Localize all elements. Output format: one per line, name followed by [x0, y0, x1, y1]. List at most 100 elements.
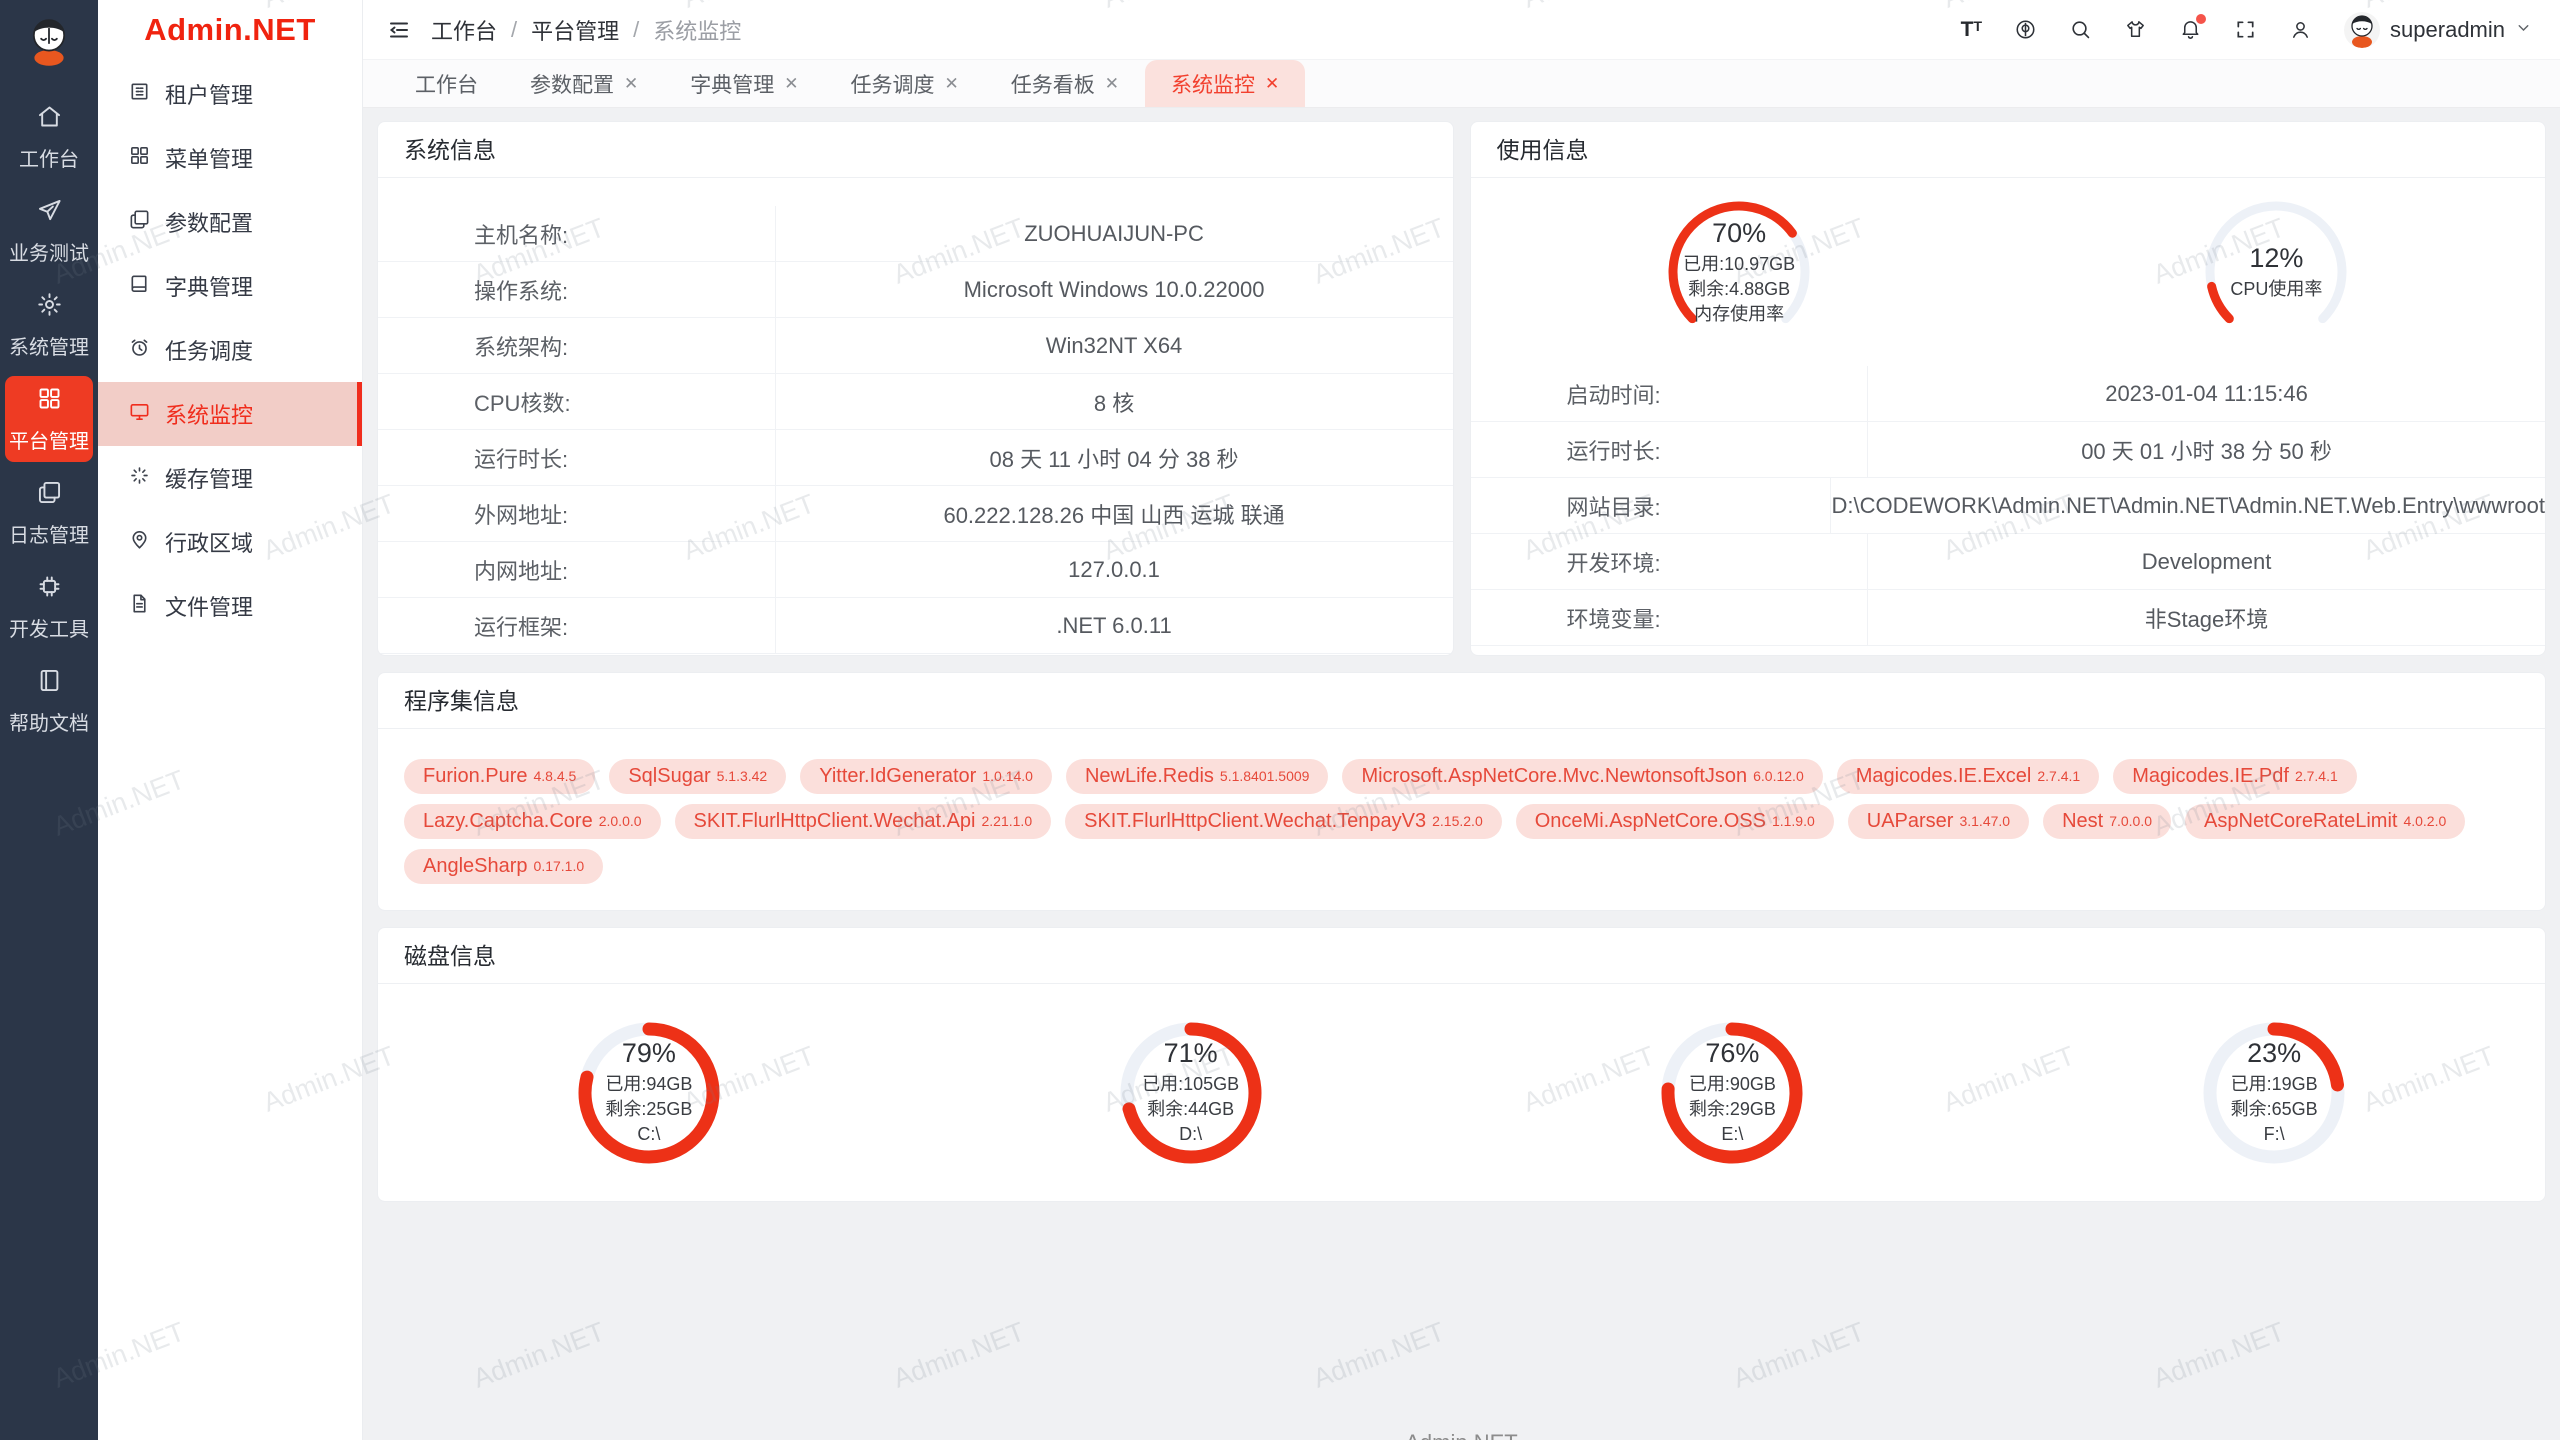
assembly-tag: OnceMi.AspNetCore.OSS1.1.9.0 [1516, 804, 1834, 839]
tab-参数配置[interactable]: 参数配置✕ [504, 60, 664, 107]
language-icon[interactable] [2014, 18, 2037, 41]
tab-系统监控[interactable]: 系统监控 ✕ [1145, 60, 1305, 107]
tab-label: 任务看板 [1011, 69, 1095, 99]
gear-icon [36, 291, 63, 324]
sidebar-item-任务调度[interactable]: 任务调度 [98, 318, 362, 382]
breadcrumb: 工作台/平台管理/系统监控 [431, 14, 741, 46]
tab-close-icon[interactable]: ✕ [945, 75, 959, 92]
send-icon [36, 197, 63, 230]
sidebar-item-系统监控[interactable]: 系统监控 [98, 382, 362, 446]
assembly-tag: SKIT.FlurlHttpClient.Wechat.Api2.21.1.0 [675, 804, 1052, 839]
fullscreen-icon[interactable] [2234, 18, 2257, 41]
user-menu[interactable]: superadmin [2344, 12, 2532, 48]
tag-name: Magicodes.IE.Excel [1856, 765, 2032, 788]
search-icon[interactable] [2069, 18, 2092, 41]
notification-bell-icon[interactable] [2179, 18, 2202, 41]
info-row: 运行时长:00 天 01 小时 38 分 50 秒 [1471, 422, 2546, 478]
system-info-table: 主机名称:ZUOHUAIJUN-PC操作系统:Microsoft Windows… [378, 178, 1453, 654]
topbar-actions: TT [1961, 12, 2532, 48]
rail-item-平台管理[interactable]: 平台管理 [5, 376, 93, 462]
info-label: 主机名称: [378, 206, 776, 261]
collapse-menu-icon[interactable] [387, 18, 411, 42]
breadcrumb-separator: / [511, 17, 517, 43]
sidebar-item-label: 字典管理 [165, 270, 253, 302]
tag-name: OnceMi.AspNetCore.OSS [1535, 810, 1766, 833]
donut-percent: 76% [1705, 1038, 1759, 1069]
sidebar-item-参数配置[interactable]: 参数配置 [98, 190, 362, 254]
info-row: 外网地址:60.222.128.26 中国 山西 运城 联通 [378, 486, 1453, 542]
sidebar-item-缓存管理[interactable]: 缓存管理 [98, 446, 362, 510]
assembly-tag: Yitter.IdGenerator1.0.14.0 [800, 759, 1052, 794]
tag-name: NewLife.Redis [1085, 765, 1214, 788]
copy-icon [36, 479, 63, 512]
primary-nav: 工作台业务测试系统管理平台管理日志管理开发工具帮助文档 [0, 90, 98, 748]
breadcrumb-item[interactable]: 平台管理 [531, 14, 619, 46]
tag-version: 4.0.2.0 [2403, 813, 2446, 829]
rail-item-label: 业务测试 [9, 237, 89, 266]
notification-badge [2196, 14, 2206, 24]
donut-line: 剩余:44GB [1147, 1097, 1234, 1122]
footer: Admin.NET Copyright © 2022 Dilon All rig… [377, 1430, 2546, 1440]
info-row: 环境变量:非Stage环境 [1471, 590, 2546, 646]
info-label: 运行框架: [378, 598, 776, 653]
sidebar-item-字典管理[interactable]: 字典管理 [98, 254, 362, 318]
disk-gauge-d: 71%已用:105GB剩余:44GBD:\ [1116, 1018, 1266, 1168]
sidebar-item-行政区域[interactable]: 行政区域 [98, 510, 362, 574]
assemblies-card: 程序集信息 Furion.Pure4.8.4.5SqlSugar5.1.3.42… [377, 672, 2546, 911]
user-icon[interactable] [2289, 18, 2312, 41]
tab-close-icon[interactable]: ✕ [784, 75, 798, 92]
rail-item-帮助文档[interactable]: 帮助文档 [5, 658, 93, 744]
rail-item-label: 帮助文档 [9, 707, 89, 736]
rail-item-工作台[interactable]: 工作台 [5, 94, 93, 180]
sidebar-item-文件管理[interactable]: 文件管理 [98, 574, 362, 638]
tab-label: 任务调度 [851, 69, 935, 99]
theme-shirt-icon[interactable] [2124, 18, 2147, 41]
info-value: ZUOHUAIJUN-PC [776, 206, 1453, 261]
donut-percent: 12% [2249, 243, 2303, 274]
assembly-tag: UAParser3.1.47.0 [1848, 804, 2029, 839]
donut-text: 12%CPU使用率 [2201, 197, 2351, 347]
tab-工作台[interactable]: 工作台 [389, 60, 504, 107]
sidebar-item-label: 行政区域 [165, 526, 253, 558]
tab-任务看板[interactable]: 任务看板 ✕ [985, 60, 1145, 107]
app-mascot-logo[interactable] [20, 12, 78, 70]
info-value: Win32NT X64 [776, 318, 1453, 373]
rail-item-系统管理[interactable]: 系统管理 [5, 282, 93, 368]
rail-item-开发工具[interactable]: 开发工具 [5, 564, 93, 650]
tabs-bar: 工作台参数配置✕字典管理✕ 任务调度 ✕ 任务看板 ✕ 系统监控 ✕ [363, 60, 2560, 108]
info-row: CPU核数:8 核 [378, 374, 1453, 430]
sidebar-item-label: 文件管理 [165, 590, 253, 622]
tab-close-icon[interactable]: ✕ [624, 75, 638, 92]
sidebar-item-租户管理[interactable]: 租户管理 [98, 62, 362, 126]
tag-version: 7.0.0.0 [2109, 813, 2152, 829]
book-icon [36, 667, 63, 700]
loading-icon [128, 464, 151, 493]
donut-text: 76%已用:90GB剩余:29GBE:\ [1657, 1018, 1807, 1168]
info-value: 非Stage环境 [1868, 590, 2545, 645]
tab-close-icon[interactable]: ✕ [1265, 75, 1279, 92]
sidebar-item-label: 租户管理 [165, 78, 253, 110]
location-icon [128, 528, 151, 557]
assembly-tag: Furion.Pure4.8.4.5 [404, 759, 595, 794]
secondary-sidebar: Admin.NET 租户管理菜单管理参数配置字典管理任务调度系统监控缓存管理行政… [98, 0, 363, 1440]
breadcrumb-item: 系统监控 [653, 14, 741, 46]
breadcrumb-item[interactable]: 工作台 [431, 14, 497, 46]
font-size-icon[interactable]: TT [1961, 19, 1982, 40]
system-info-card: 系统信息 主机名称:ZUOHUAIJUN-PC操作系统:Microsoft Wi… [377, 121, 1454, 656]
rail-item-业务测试[interactable]: 业务测试 [5, 188, 93, 274]
tab-字典管理[interactable]: 字典管理✕ [664, 60, 824, 107]
tab-close-icon[interactable]: ✕ [1105, 75, 1119, 92]
assembly-tag: Lazy.Captcha.Core2.0.0.0 [404, 804, 661, 839]
sidebar-item-菜单管理[interactable]: 菜单管理 [98, 126, 362, 190]
info-value: 00 天 01 小时 38 分 50 秒 [1868, 422, 2545, 477]
tab-任务调度[interactable]: 任务调度 ✕ [825, 60, 985, 107]
donut-text: 79%已用:94GB剩余:25GBC:\ [574, 1018, 724, 1168]
info-label: 外网地址: [378, 486, 776, 541]
username: superadmin [2390, 17, 2505, 43]
tab-label: 系统监控 [1171, 69, 1255, 99]
tag-name: Furion.Pure [423, 765, 528, 788]
donut-line: 剩余:4.88GB [1688, 277, 1790, 302]
donut-line: E:\ [1721, 1122, 1743, 1147]
tag-name: SqlSugar [628, 765, 710, 788]
rail-item-日志管理[interactable]: 日志管理 [5, 470, 93, 556]
